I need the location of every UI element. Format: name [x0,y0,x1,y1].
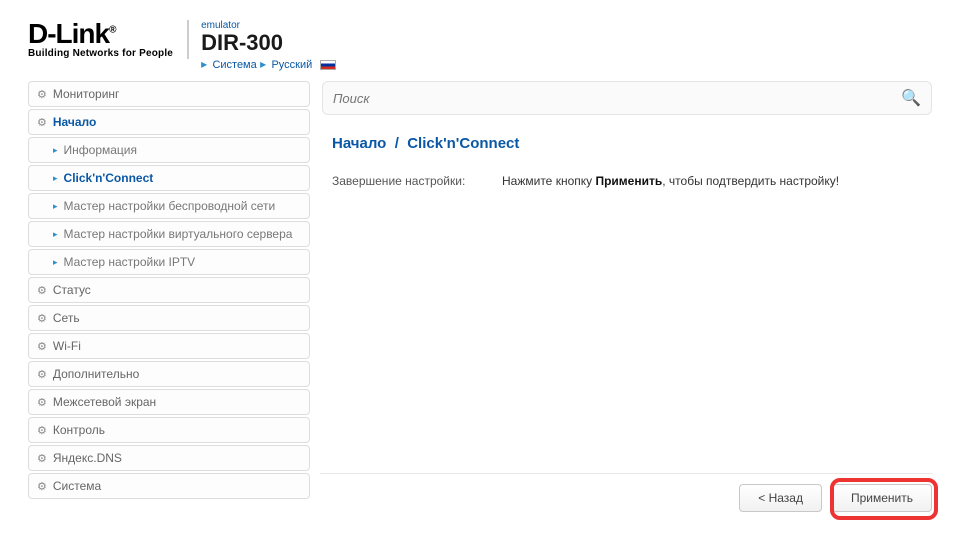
gear-icon: ⚙ [37,88,47,101]
back-button[interactable]: < Назад [739,484,822,512]
sidebar-sub-vserver-wizard[interactable]: ▸ Мастер настройки виртуального сервера [28,221,310,247]
crumb-system[interactable]: Система [212,59,256,71]
sidebar-item-label: Система [53,479,101,493]
header: D-Link® Building Networks for People emu… [28,20,932,71]
info-row-value: Нажмите кнопку Применить, чтобы подтверд… [502,174,922,188]
sidebar-item-label: Яндекс.DNS [53,451,122,465]
apply-button[interactable]: Применить [832,484,932,512]
info-text-bold: Применить [595,174,662,188]
sidebar-item-control[interactable]: ⚙ Контроль [28,417,310,443]
chevron-right-icon: ▸ [201,57,207,71]
footer-buttons: < Назад Применить [320,473,932,512]
sidebar-item-wifi[interactable]: ⚙ Wi-Fi [28,333,310,359]
sidebar-item-system[interactable]: ⚙ Система [28,473,310,499]
sidebar-item-firewall[interactable]: ⚙ Межсетевой экран [28,389,310,415]
search-icon[interactable]: 🔍 [901,88,921,108]
header-crumbs: ▸ Система ▸ Русский [201,57,336,71]
breadcrumb: Начало / Click'n'Connect [332,135,922,152]
sidebar-item-label: Дополнительно [53,367,139,381]
info-row: Завершение настройки: Нажмите кнопку При… [332,174,922,188]
sidebar-item-advanced[interactable]: ⚙ Дополнительно [28,361,310,387]
sidebar-item-network[interactable]: ⚙ Сеть [28,305,310,331]
search-input[interactable] [333,91,901,106]
sidebar-sub-label: Мастер настройки беспроводной сети [64,199,276,213]
crumb-language[interactable]: Русский [271,59,312,71]
chevron-right-icon: ▸ [53,145,58,156]
sidebar-item-status[interactable]: ⚙ Статус [28,277,310,303]
logo-block: D-Link® Building Networks for People [28,20,189,59]
model-name: DIR-300 [201,31,336,55]
info-row-label: Завершение настройки: [332,174,502,188]
info-text-pre: Нажмите кнопку [502,174,595,188]
chevron-right-icon: ▸ [53,173,58,184]
sidebar-sub-label: Мастер настройки виртуального сервера [64,227,293,241]
gear-icon: ⚙ [37,396,47,409]
breadcrumb-sep: / [395,135,399,152]
sidebar-item-yandexdns[interactable]: ⚙ Яндекс.DNS [28,445,310,471]
sidebar-sub-clicknconnect[interactable]: ▸ Click'n'Connect [28,165,310,191]
gear-icon: ⚙ [37,424,47,437]
info-text-post: , чтобы подтвердить настройку! [662,174,839,188]
sidebar-item-start[interactable]: ⚙ Начало [28,109,310,135]
search-bar[interactable]: 🔍 [322,81,932,115]
gear-icon: ⚙ [37,284,47,297]
logo-main: D-Link [28,18,109,49]
breadcrumb-root[interactable]: Начало [332,135,386,152]
breadcrumb-page: Click'n'Connect [407,135,519,152]
sidebar-item-label: Статус [53,283,91,297]
sidebar-item-label: Сеть [53,311,80,325]
chevron-right-icon: ▸ [53,201,58,212]
gear-icon: ⚙ [37,452,47,465]
logo-text: D-Link® [28,20,173,48]
sidebar: ⚙ Мониторинг ⚙ Начало ▸ Информация ▸ Cli… [28,81,310,501]
sidebar-item-label: Контроль [53,423,105,437]
sidebar-item-label: Мониторинг [53,87,120,101]
sidebar-item-label: Межсетевой экран [53,395,156,409]
sidebar-sub-information[interactable]: ▸ Информация [28,137,310,163]
logo-tagline: Building Networks for People [28,48,173,59]
sidebar-sub-label: Click'n'Connect [64,171,154,185]
sidebar-sub-iptv-wizard[interactable]: ▸ Мастер настройки IPTV [28,249,310,275]
main: 🔍 Начало / Click'n'Connect Завершение на… [322,81,932,188]
flag-ru-icon [320,60,336,70]
sidebar-item-label: Начало [53,115,96,129]
gear-icon: ⚙ [37,480,47,493]
sidebar-item-monitoring[interactable]: ⚙ Мониторинг [28,81,310,107]
gear-icon: ⚙ [37,116,47,129]
chevron-right-icon: ▸ [260,57,266,71]
sidebar-sub-label: Информация [64,143,137,157]
chevron-right-icon: ▸ [53,229,58,240]
sidebar-sub-label: Мастер настройки IPTV [64,255,196,269]
gear-icon: ⚙ [37,340,47,353]
sidebar-sub-wireless-wizard[interactable]: ▸ Мастер настройки беспроводной сети [28,193,310,219]
sidebar-item-label: Wi-Fi [53,339,81,353]
content: Начало / Click'n'Connect Завершение наст… [322,115,932,188]
chevron-right-icon: ▸ [53,257,58,268]
gear-icon: ⚙ [37,312,47,325]
gear-icon: ⚙ [37,368,47,381]
title-block: emulator DIR-300 ▸ Система ▸ Русский [201,20,336,71]
